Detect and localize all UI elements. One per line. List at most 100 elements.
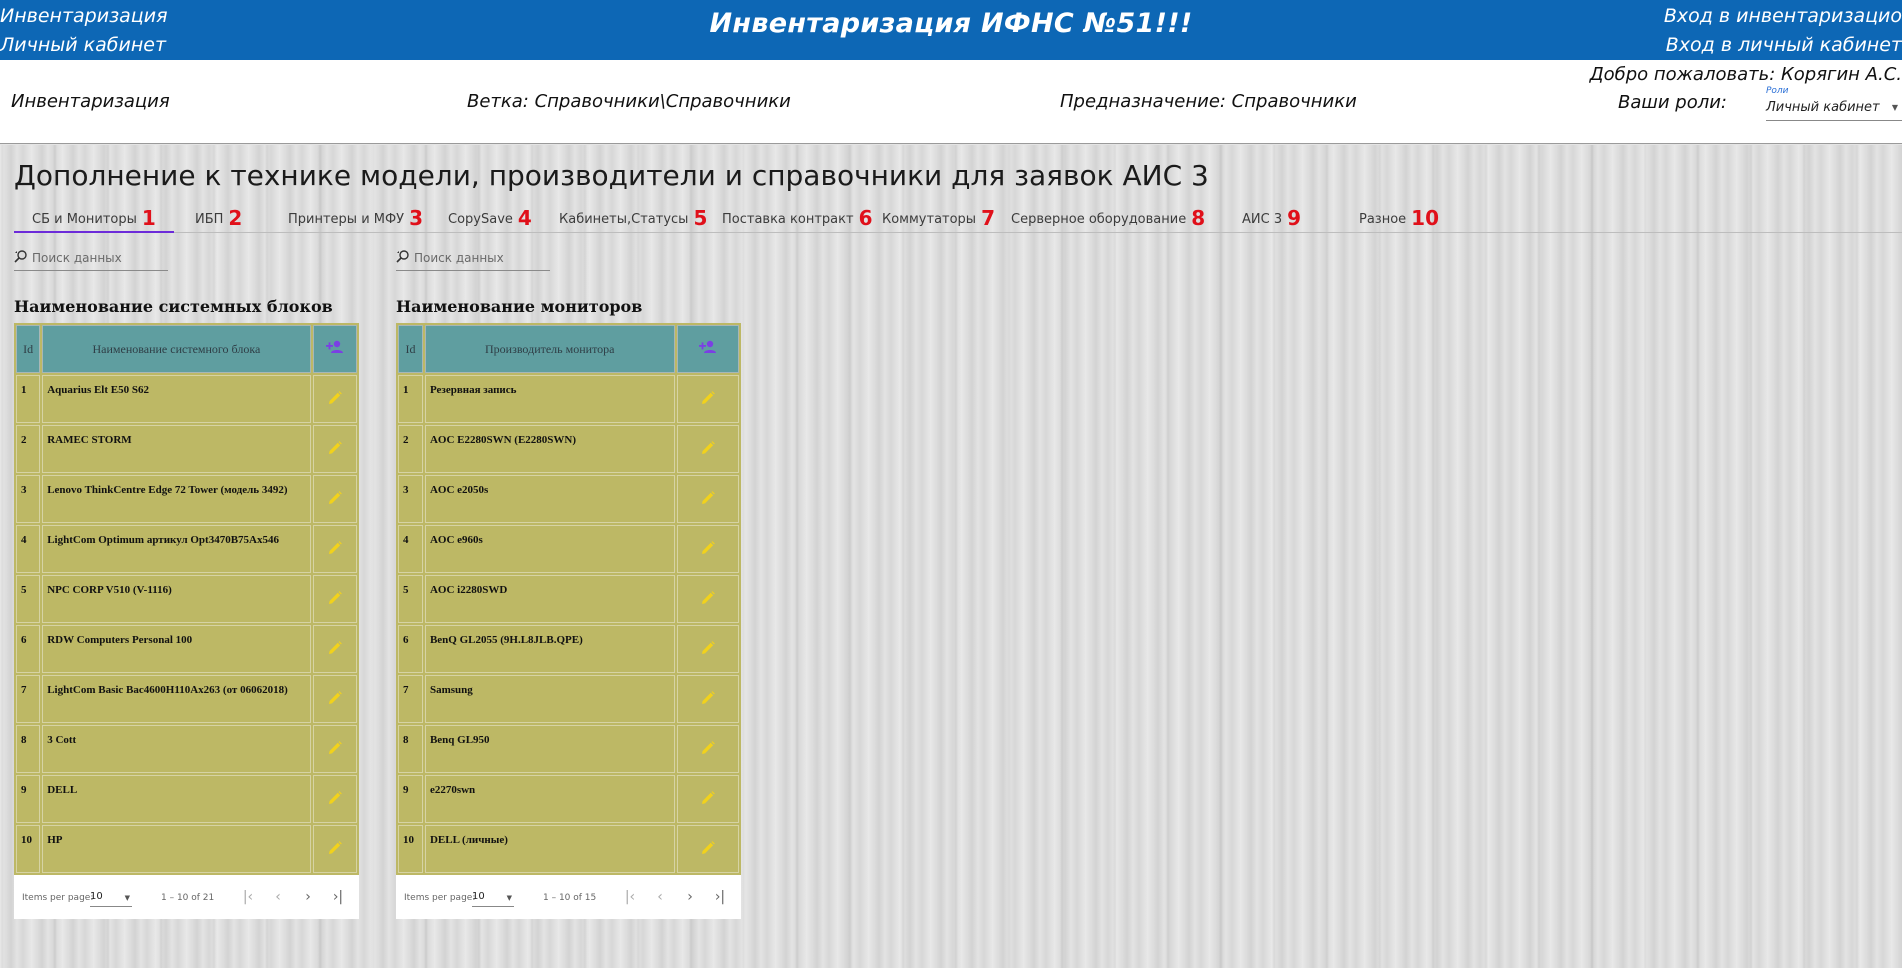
col-header-name[interactable]: Наименование системного блока	[42, 325, 311, 373]
tab-switches[interactable]: Коммутаторы 7	[882, 203, 995, 233]
pencil-icon[interactable]	[328, 640, 342, 655]
pencil-icon[interactable]	[701, 740, 715, 755]
cell-name: DELL (личные)	[424, 825, 675, 873]
pencil-icon[interactable]	[701, 790, 715, 805]
roles-label: Ваши роли:	[1618, 92, 1727, 113]
pencil-icon[interactable]	[328, 390, 342, 405]
col-header-id[interactable]: Id	[16, 325, 41, 373]
monitors-paginator: Items per page: 10 ▼ 1 – 10 of 15 |‹ ‹ ›…	[396, 875, 741, 919]
cell-id: 10	[16, 825, 41, 873]
last-page-icon[interactable]: ›|	[328, 887, 348, 907]
dropdown-arrow-icon: ▼	[124, 894, 130, 902]
pencil-icon[interactable]	[701, 390, 715, 405]
tab-number: 5	[693, 206, 708, 230]
add-cell	[676, 325, 739, 373]
systems-search-input[interactable]	[32, 249, 164, 267]
cell-name: NPC CORP V510 (V-1116)	[42, 575, 311, 623]
pencil-icon[interactable]	[701, 640, 715, 655]
items-per-page-value: 10	[90, 891, 103, 902]
chevron-right-icon[interactable]: ›	[298, 887, 318, 907]
pencil-icon[interactable]	[328, 540, 342, 555]
table-row: 1 Aquarius Elt E50 S62	[16, 375, 357, 423]
systems-search[interactable]	[14, 247, 168, 271]
items-per-page-label: Items per page:	[404, 893, 476, 903]
first-page-icon[interactable]: |‹	[620, 887, 640, 907]
table-row: 2 RAMEC STORM	[16, 425, 357, 473]
pencil-icon[interactable]	[328, 440, 342, 455]
cell-id: 3	[16, 475, 41, 523]
section-label: Инвентаризация	[11, 91, 170, 112]
login-cabinet-link[interactable]: Вход в личный кабинет	[1666, 31, 1902, 60]
tab-supply-contract[interactable]: Поставка контракт 6	[722, 203, 872, 233]
roles-select-value: Личный кабинет	[1766, 100, 1880, 115]
col-header-manufacturer[interactable]: Производитель монитора	[424, 325, 675, 373]
items-per-page-select[interactable]: 10 ▼	[90, 889, 132, 907]
col-header-id[interactable]: Id	[398, 325, 423, 373]
cell-name: Benq GL950	[424, 725, 675, 773]
cell-name: RDW Computers Personal 100	[42, 625, 311, 673]
pencil-icon[interactable]	[328, 490, 342, 505]
tab-server-equipment[interactable]: Серверное оборудование 8	[1011, 203, 1205, 233]
pencil-icon[interactable]	[328, 840, 342, 855]
table-header-row: Id Производитель монитора	[398, 325, 739, 373]
tab-label: CopySave	[448, 212, 513, 227]
table-row: 1 Резервная запись	[398, 375, 739, 423]
last-page-icon[interactable]: ›|	[710, 887, 730, 907]
chevron-left-icon[interactable]: ‹	[650, 887, 670, 907]
cell-id: 2	[398, 425, 423, 473]
tab-number: 10	[1411, 206, 1440, 230]
person-add-icon[interactable]	[325, 339, 345, 355]
tab-label: Поставка контракт	[722, 212, 854, 227]
purpose-label: Предназначение: Справочники	[1060, 91, 1357, 112]
tab-misc[interactable]: Разное 10	[1359, 203, 1439, 233]
monitors-search[interactable]	[396, 247, 550, 271]
pencil-icon[interactable]	[701, 490, 715, 505]
cell-name: Резервная запись	[424, 375, 675, 423]
edit-cell	[312, 675, 357, 723]
login-inventory-link[interactable]: Вход в инвентаризацио	[1664, 2, 1902, 31]
chevron-right-icon[interactable]: ›	[680, 887, 700, 907]
systems-paginator: Items per page: 10 ▼ 1 – 10 of 21 |‹ ‹ ›…	[14, 875, 359, 919]
tab-number: 3	[409, 206, 424, 230]
cell-name: HP	[42, 825, 311, 873]
tab-ais3[interactable]: АИС 3 9	[1242, 203, 1301, 233]
cell-id: 3	[398, 475, 423, 523]
pencil-icon[interactable]	[701, 540, 715, 555]
cell-id: 4	[16, 525, 41, 573]
pencil-icon[interactable]	[701, 840, 715, 855]
pencil-icon[interactable]	[701, 590, 715, 605]
tab-copysave[interactable]: CopySave 4	[448, 203, 532, 233]
monitors-search-input[interactable]	[414, 249, 546, 267]
pencil-icon[interactable]	[701, 440, 715, 455]
pencil-icon[interactable]	[701, 690, 715, 705]
tab-sb-monitors[interactable]: СБ и Мониторы 1	[14, 203, 174, 233]
tab-label: Принтеры и МФУ	[288, 212, 405, 227]
pencil-icon[interactable]	[328, 590, 342, 605]
edit-cell	[676, 675, 739, 723]
edit-cell	[676, 525, 739, 573]
cell-name: LightCom Basic Bac4600H110Ax263 (от 0606…	[42, 675, 311, 723]
cell-id: 9	[16, 775, 41, 823]
pencil-icon[interactable]	[328, 790, 342, 805]
tab-label: АИС 3	[1242, 212, 1283, 227]
chevron-left-icon[interactable]: ‹	[268, 887, 288, 907]
pencil-icon[interactable]	[328, 740, 342, 755]
add-cell	[312, 325, 357, 373]
pencil-icon[interactable]	[328, 690, 342, 705]
person-add-icon[interactable]	[698, 339, 718, 355]
tab-offices-statuses[interactable]: Кабинеты,Статусы 5	[559, 203, 707, 233]
edit-cell	[676, 825, 739, 873]
branch-label: Ветка: Справочники\Справочники	[467, 91, 791, 112]
items-per-page-value: 10	[472, 891, 485, 902]
first-page-icon[interactable]: |‹	[238, 887, 258, 907]
table-row: 5 AOC i2280SWD	[398, 575, 739, 623]
tab-label: СБ и Мониторы	[32, 212, 137, 227]
tab-number: 7	[981, 206, 995, 230]
tab-ups[interactable]: ИБП 2	[195, 203, 242, 233]
tab-printers[interactable]: Принтеры и МФУ 3	[288, 203, 423, 233]
roles-select[interactable]: Роли Личный кабинет ▼	[1766, 86, 1902, 121]
table-row: 6 BenQ GL2055 (9H.L8JLB.QPE)	[398, 625, 739, 673]
cell-id: 8	[16, 725, 41, 773]
items-per-page-select[interactable]: 10 ▼	[472, 889, 514, 907]
cell-name: DELL	[42, 775, 311, 823]
